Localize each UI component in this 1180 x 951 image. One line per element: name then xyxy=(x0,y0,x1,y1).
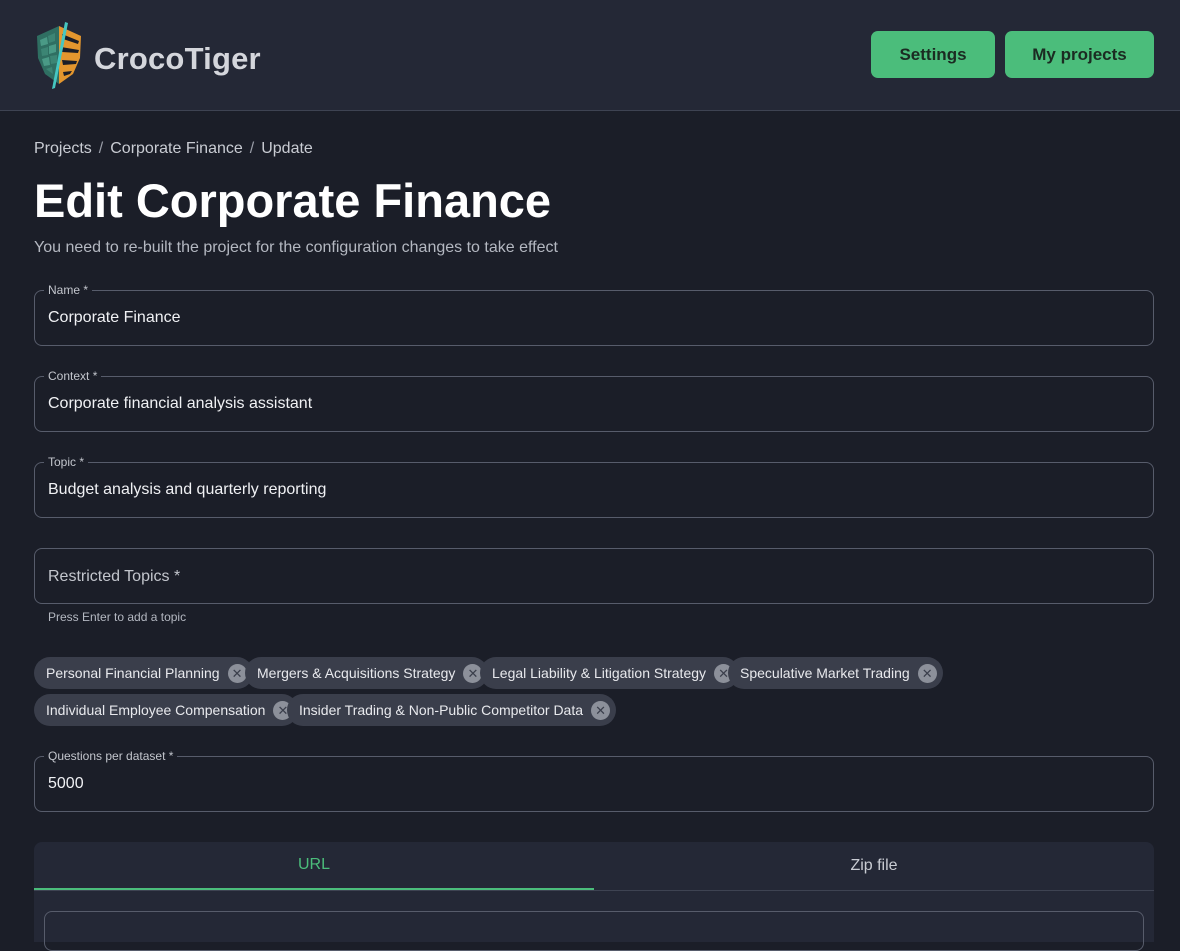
questions-label: Questions per dataset * xyxy=(44,749,178,763)
restricted-topics-helper: Press Enter to add a topic xyxy=(48,610,187,624)
restricted-topic-chip: Personal Financial Planning ✕ xyxy=(34,657,253,689)
name-field[interactable]: Name * Corporate Finance xyxy=(34,283,1154,346)
chip-label: Insider Trading & Non-Public Competitor … xyxy=(299,702,584,718)
name-label: Name * xyxy=(44,283,93,297)
name-value[interactable]: Corporate Finance xyxy=(48,309,181,327)
context-label: Context * xyxy=(44,369,102,383)
restricted-topics-placeholder: Restricted Topics * xyxy=(48,568,181,585)
tabs-divider xyxy=(34,890,1154,891)
breadcrumb-update: Update xyxy=(261,140,313,157)
brand[interactable]: CrocoTiger xyxy=(35,22,261,95)
url-input[interactable] xyxy=(44,911,1144,951)
page-subtitle: You need to re-built the project for the… xyxy=(34,239,558,256)
breadcrumb-projects[interactable]: Projects xyxy=(34,140,92,158)
topic-label: Topic * xyxy=(44,455,89,469)
context-value[interactable]: Corporate financial analysis assistant xyxy=(48,395,312,413)
restricted-topic-chip: Individual Employee Compensation ✕ xyxy=(34,694,299,726)
breadcrumb: Projects / Corporate Finance / Update xyxy=(34,140,313,158)
chip-label: Personal Financial Planning xyxy=(46,665,220,681)
context-field[interactable]: Context * Corporate financial analysis a… xyxy=(34,369,1154,432)
remove-chip-icon[interactable]: ✕ xyxy=(917,663,937,683)
source-tabs: URL Zip file xyxy=(34,842,1154,951)
brand-name: CrocoTiger xyxy=(94,40,261,76)
chip-label: Mergers & Acquisitions Strategy xyxy=(257,665,456,681)
my-projects-button[interactable]: My projects xyxy=(1005,31,1154,78)
questions-value[interactable]: 5000 xyxy=(48,775,84,793)
remove-chip-icon[interactable]: ✕ xyxy=(591,700,611,720)
breadcrumb-separator: / xyxy=(249,140,255,157)
restricted-topic-chip: Legal Liability & Litigation Strategy ✕ xyxy=(480,657,740,689)
restricted-topic-chip: Speculative Market Trading ✕ xyxy=(728,657,943,689)
chip-label: Legal Liability & Litigation Strategy xyxy=(492,665,707,681)
tab-zip-file[interactable]: Zip file xyxy=(594,842,1154,890)
breadcrumb-corporate-finance[interactable]: Corporate Finance xyxy=(110,140,243,158)
crocotiger-logo-icon xyxy=(35,22,83,95)
topic-value[interactable]: Budget analysis and quarterly reporting xyxy=(48,481,326,499)
chip-label: Speculative Market Trading xyxy=(740,665,910,681)
breadcrumb-separator: / xyxy=(98,140,104,157)
restricted-topic-chip: Insider Trading & Non-Public Competitor … xyxy=(287,694,617,726)
remove-chip-icon[interactable]: ✕ xyxy=(227,663,247,683)
topic-field[interactable]: Topic * Budget analysis and quarterly re… xyxy=(34,455,1154,518)
restricted-topics-input[interactable]: Restricted Topics * xyxy=(34,548,1154,604)
restricted-topic-chip: Mergers & Acquisitions Strategy ✕ xyxy=(245,657,489,689)
questions-per-dataset-field[interactable]: Questions per dataset * 5000 xyxy=(34,749,1154,812)
page-title: Edit Corporate Finance xyxy=(34,174,552,227)
top-header: CrocoTiger Settings My projects xyxy=(0,0,1180,111)
settings-button[interactable]: Settings xyxy=(871,31,995,78)
tab-url[interactable]: URL xyxy=(34,842,594,890)
chip-label: Individual Employee Compensation xyxy=(46,702,266,718)
